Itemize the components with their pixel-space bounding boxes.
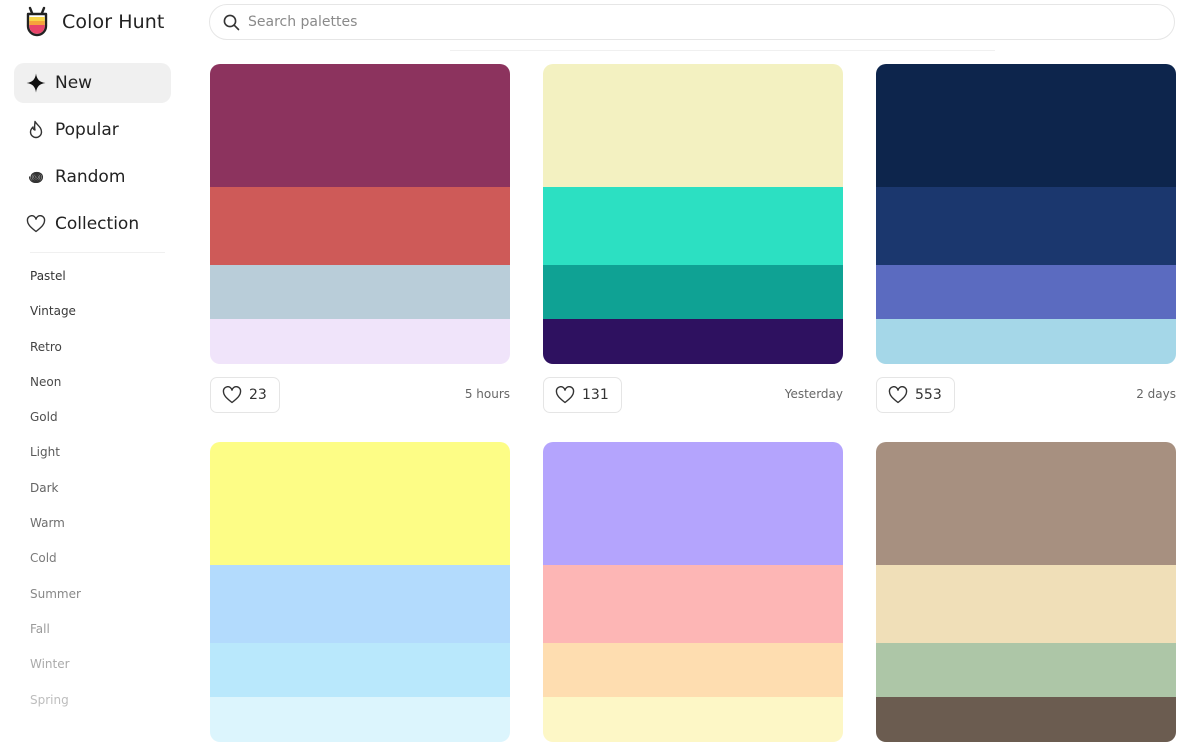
sparkle-icon <box>26 73 46 93</box>
color-swatch[interactable] <box>876 565 1176 643</box>
palette-swatches[interactable] <box>543 442 843 742</box>
search-bar[interactable] <box>209 4 1175 40</box>
tag-neon[interactable]: Neon <box>30 371 81 406</box>
like-button[interactable]: 131 <box>543 377 622 413</box>
palette-swatches[interactable] <box>210 64 510 364</box>
like-count: 553 <box>915 387 942 403</box>
color-swatch[interactable] <box>543 64 843 187</box>
sidebar-item-label: Random <box>55 167 126 187</box>
palette-timestamp: Yesterday <box>784 387 843 401</box>
palette-meta: 131 Yesterday <box>543 377 843 415</box>
color-swatch[interactable] <box>543 187 843 265</box>
tag-winter[interactable]: Winter <box>30 653 81 688</box>
palette-swatches[interactable] <box>543 64 843 364</box>
color-swatch[interactable] <box>876 187 1176 265</box>
heart-icon <box>26 214 46 234</box>
tag-list: Pastel Vintage Retro Neon Gold Light Dark Warm C… <box>30 265 81 724</box>
color-swatch[interactable] <box>543 697 843 742</box>
heart-icon <box>888 386 908 404</box>
tag-gold[interactable]: Gold <box>30 406 81 441</box>
heart-icon <box>222 386 242 404</box>
color-swatch[interactable] <box>210 265 510 319</box>
color-swatch[interactable] <box>543 265 843 319</box>
palette-swatches[interactable] <box>876 64 1176 364</box>
color-swatch[interactable] <box>210 319 510 364</box>
tag-fall[interactable]: Fall <box>30 618 81 653</box>
palette-swatches[interactable] <box>876 442 1176 742</box>
sidebar-nav: New Popular Random Collection <box>14 63 171 251</box>
palette-card <box>210 442 510 742</box>
header-divider <box>450 50 995 51</box>
palette-card: 553 2 days <box>876 64 1176 413</box>
tag-cold[interactable]: Cold <box>30 547 81 582</box>
color-swatch[interactable] <box>543 565 843 643</box>
color-swatch[interactable] <box>876 643 1176 697</box>
color-swatch[interactable] <box>876 64 1176 187</box>
sidebar-item-new[interactable]: New <box>14 63 171 103</box>
color-swatch[interactable] <box>210 697 510 742</box>
tag-spring[interactable]: Spring <box>30 689 81 724</box>
sidebar-item-random[interactable]: Random <box>14 157 171 197</box>
palette-card <box>876 442 1176 742</box>
sidebar-item-label: Collection <box>55 214 140 234</box>
color-swatch[interactable] <box>876 265 1176 319</box>
palette-card: 23 5 hours <box>210 64 510 413</box>
palette-card <box>543 442 843 742</box>
search-input[interactable] <box>246 13 1174 31</box>
tag-retro[interactable]: Retro <box>30 336 81 371</box>
tag-light[interactable]: Light <box>30 441 81 476</box>
logo[interactable]: Color Hunt <box>22 6 164 38</box>
color-swatch[interactable] <box>210 565 510 643</box>
color-swatch[interactable] <box>210 64 510 187</box>
sidebar-item-label: New <box>55 73 93 93</box>
flame-icon <box>26 120 46 140</box>
like-count: 23 <box>249 387 267 403</box>
palette-meta: 23 5 hours <box>210 377 510 415</box>
search-icon <box>222 13 240 31</box>
tag-summer[interactable]: Summer <box>30 583 81 618</box>
color-swatch[interactable] <box>210 643 510 697</box>
tag-dark[interactable]: Dark <box>30 477 81 512</box>
color-swatch[interactable] <box>543 442 843 565</box>
app-name: Color Hunt <box>62 11 165 33</box>
sidebar-item-label: Popular <box>55 120 119 140</box>
tag-warm[interactable]: Warm <box>30 512 81 547</box>
sidebar-item-collection[interactable]: Collection <box>14 204 171 244</box>
sidebar-item-popular[interactable]: Popular <box>14 110 171 150</box>
color-hunt-logo-icon <box>26 6 48 37</box>
like-button[interactable]: 23 <box>210 377 280 413</box>
color-swatch[interactable] <box>876 442 1176 565</box>
color-swatch[interactable] <box>543 319 843 364</box>
palette-swatches[interactable] <box>210 442 510 742</box>
color-swatch[interactable] <box>543 643 843 697</box>
color-swatch[interactable] <box>210 442 510 565</box>
color-swatch[interactable] <box>210 187 510 265</box>
color-swatch[interactable] <box>876 697 1176 742</box>
tag-pastel[interactable]: Pastel <box>30 265 81 300</box>
like-button[interactable]: 553 <box>876 377 955 413</box>
heart-icon <box>555 386 575 404</box>
color-swatch[interactable] <box>876 319 1176 364</box>
palette-meta: 553 2 days <box>876 377 1176 415</box>
spiral-icon <box>26 167 46 187</box>
palette-card: 131 Yesterday <box>543 64 843 413</box>
sidebar-divider <box>30 252 165 253</box>
tag-vintage[interactable]: Vintage <box>30 300 81 335</box>
palette-timestamp: 5 hours <box>464 387 510 401</box>
like-count: 131 <box>582 387 609 403</box>
palette-timestamp: 2 days <box>1136 387 1176 401</box>
